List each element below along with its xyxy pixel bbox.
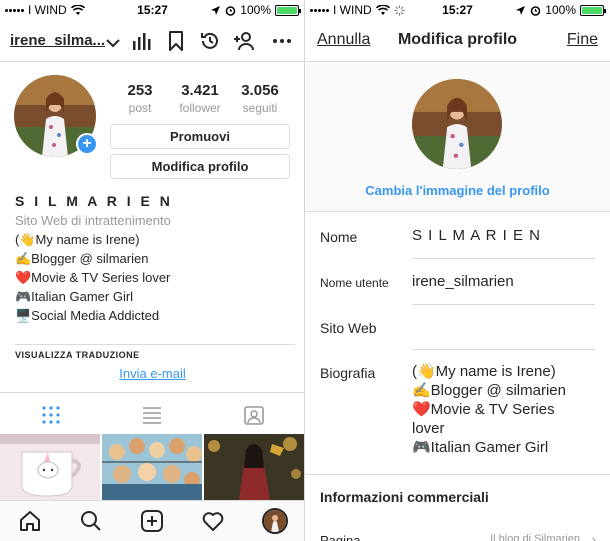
name-label: Nome <box>320 229 358 245</box>
bar-chart-icon[interactable] <box>130 30 152 52</box>
post-image <box>0 434 100 500</box>
bio-line: ❤️Movie & TV Series <box>412 401 555 418</box>
full-name: S I L M A R I E N <box>15 193 173 209</box>
field-divider <box>412 349 595 350</box>
home-icon[interactable] <box>18 509 42 533</box>
post-thumbnail[interactable] <box>204 434 305 500</box>
list-icon[interactable] <box>141 404 163 426</box>
profile-tabs <box>0 398 305 432</box>
profile-category: Sito Web di intrattenimento <box>15 213 171 228</box>
stat-following[interactable]: 3.056 seguiti <box>230 82 290 115</box>
location-icon <box>516 5 526 15</box>
bio-line: 🖥️Social Media Addicted <box>15 308 160 323</box>
website-field[interactable] <box>412 318 595 338</box>
avatar-image <box>264 510 286 532</box>
divider <box>15 344 295 345</box>
name-field[interactable]: S I L M A R I E N <box>412 227 541 244</box>
search-icon[interactable] <box>79 509 103 533</box>
battery-fill <box>582 6 602 14</box>
profile-bio: S I L M A R I E N Sito Web di intratteni… <box>15 193 295 325</box>
avatar-image <box>412 79 502 169</box>
tagged-icon[interactable] <box>243 404 265 426</box>
divider <box>0 392 305 393</box>
heart-icon[interactable] <box>201 509 225 533</box>
add-story-button[interactable]: + <box>76 133 98 155</box>
battery-fill <box>277 6 297 14</box>
edit-header: Annulla Modifica profilo Fine <box>305 20 610 62</box>
username-label: Nome utente <box>320 276 389 290</box>
battery-icon <box>275 4 301 16</box>
bio-line: (👋My name is Irene) <box>412 363 556 380</box>
bio-line: ✍Blogger @ silmarien <box>15 251 149 266</box>
alarm-icon <box>226 5 236 16</box>
field-divider <box>412 304 595 305</box>
page-title: Modifica profilo <box>397 31 518 48</box>
profile-header: irene_silma... <box>0 20 305 62</box>
add-person-icon[interactable] <box>233 30 255 52</box>
profile-avatar[interactable]: + <box>14 75 98 157</box>
email-button[interactable]: Invia e-mail <box>0 366 305 381</box>
history-icon[interactable] <box>199 30 221 52</box>
add-post-icon[interactable] <box>140 509 164 533</box>
bio-line: lover <box>412 420 445 437</box>
change-photo-link[interactable]: Cambia l'immagine del profilo <box>305 183 610 198</box>
done-button[interactable]: Fine <box>567 31 598 49</box>
see-translation-link[interactable]: VISUALIZZA TRADUZIONE <box>15 350 140 360</box>
profile-photo-section: Cambia l'immagine del profilo <box>305 62 610 212</box>
profile-avatar[interactable] <box>262 508 288 534</box>
account-switcher[interactable]: irene_silma... <box>10 32 105 49</box>
more-icon[interactable] <box>271 30 293 52</box>
profile-photo[interactable] <box>412 79 502 169</box>
bio-line: ❤️Movie & TV Series lover <box>15 270 171 285</box>
bio-line: (👋My name is Irene) <box>15 232 140 247</box>
bio-line: 🎮Italian Gamer Girl <box>412 439 549 456</box>
website-label: Sito Web <box>320 320 377 336</box>
post-image <box>102 434 202 500</box>
battery-percent: 100% <box>240 3 271 17</box>
battery-icon <box>580 4 606 16</box>
post-thumbnail[interactable] <box>102 434 202 500</box>
username-field[interactable]: irene_silmarien <box>412 273 514 290</box>
section-title: Informazioni commerciali <box>320 489 489 505</box>
post-image <box>204 434 305 500</box>
chevron-right-icon[interactable]: › <box>591 531 596 541</box>
battery-percent: 100% <box>545 3 576 17</box>
page-label[interactable]: Pagina <box>320 533 360 541</box>
stat-posts[interactable]: 253 post <box>110 82 170 115</box>
bio-line: 🎮Italian Gamer Girl <box>15 289 134 304</box>
location-icon <box>211 5 221 15</box>
status-bar: I WIND 15:27 100% <box>0 0 305 20</box>
bio-field[interactable]: (👋My name is Irene) ✍Blogger @ silmarien… <box>412 362 566 457</box>
chevron-down-icon[interactable] <box>102 32 124 54</box>
business-info-section: Informazioni commerciali Pagina Il blog … <box>305 474 610 541</box>
edit-profile-button[interactable]: Modifica profilo <box>110 154 290 179</box>
page-value[interactable]: Il blog di Silmarien <box>490 533 580 541</box>
grid-icon[interactable] <box>40 404 62 426</box>
bio-line: ✍Blogger @ silmarien <box>412 382 566 399</box>
profile-screen: I WIND 15:27 100% irene_silma... + 253 p… <box>0 0 305 541</box>
status-bar: I WIND 15:27 100% <box>305 0 610 20</box>
bottom-nav <box>0 500 305 541</box>
stat-followers[interactable]: 3.421 follower <box>170 82 230 115</box>
promote-button[interactable]: Promuovi <box>110 124 290 149</box>
post-thumbnail[interactable] <box>0 434 100 500</box>
bookmark-icon[interactable] <box>165 30 187 52</box>
alarm-icon <box>531 5 541 16</box>
bio-label: Biografia <box>320 365 376 381</box>
field-divider <box>412 258 595 259</box>
edit-profile-screen: I WIND 15:27 100% Annulla Modifica profi… <box>305 0 610 541</box>
